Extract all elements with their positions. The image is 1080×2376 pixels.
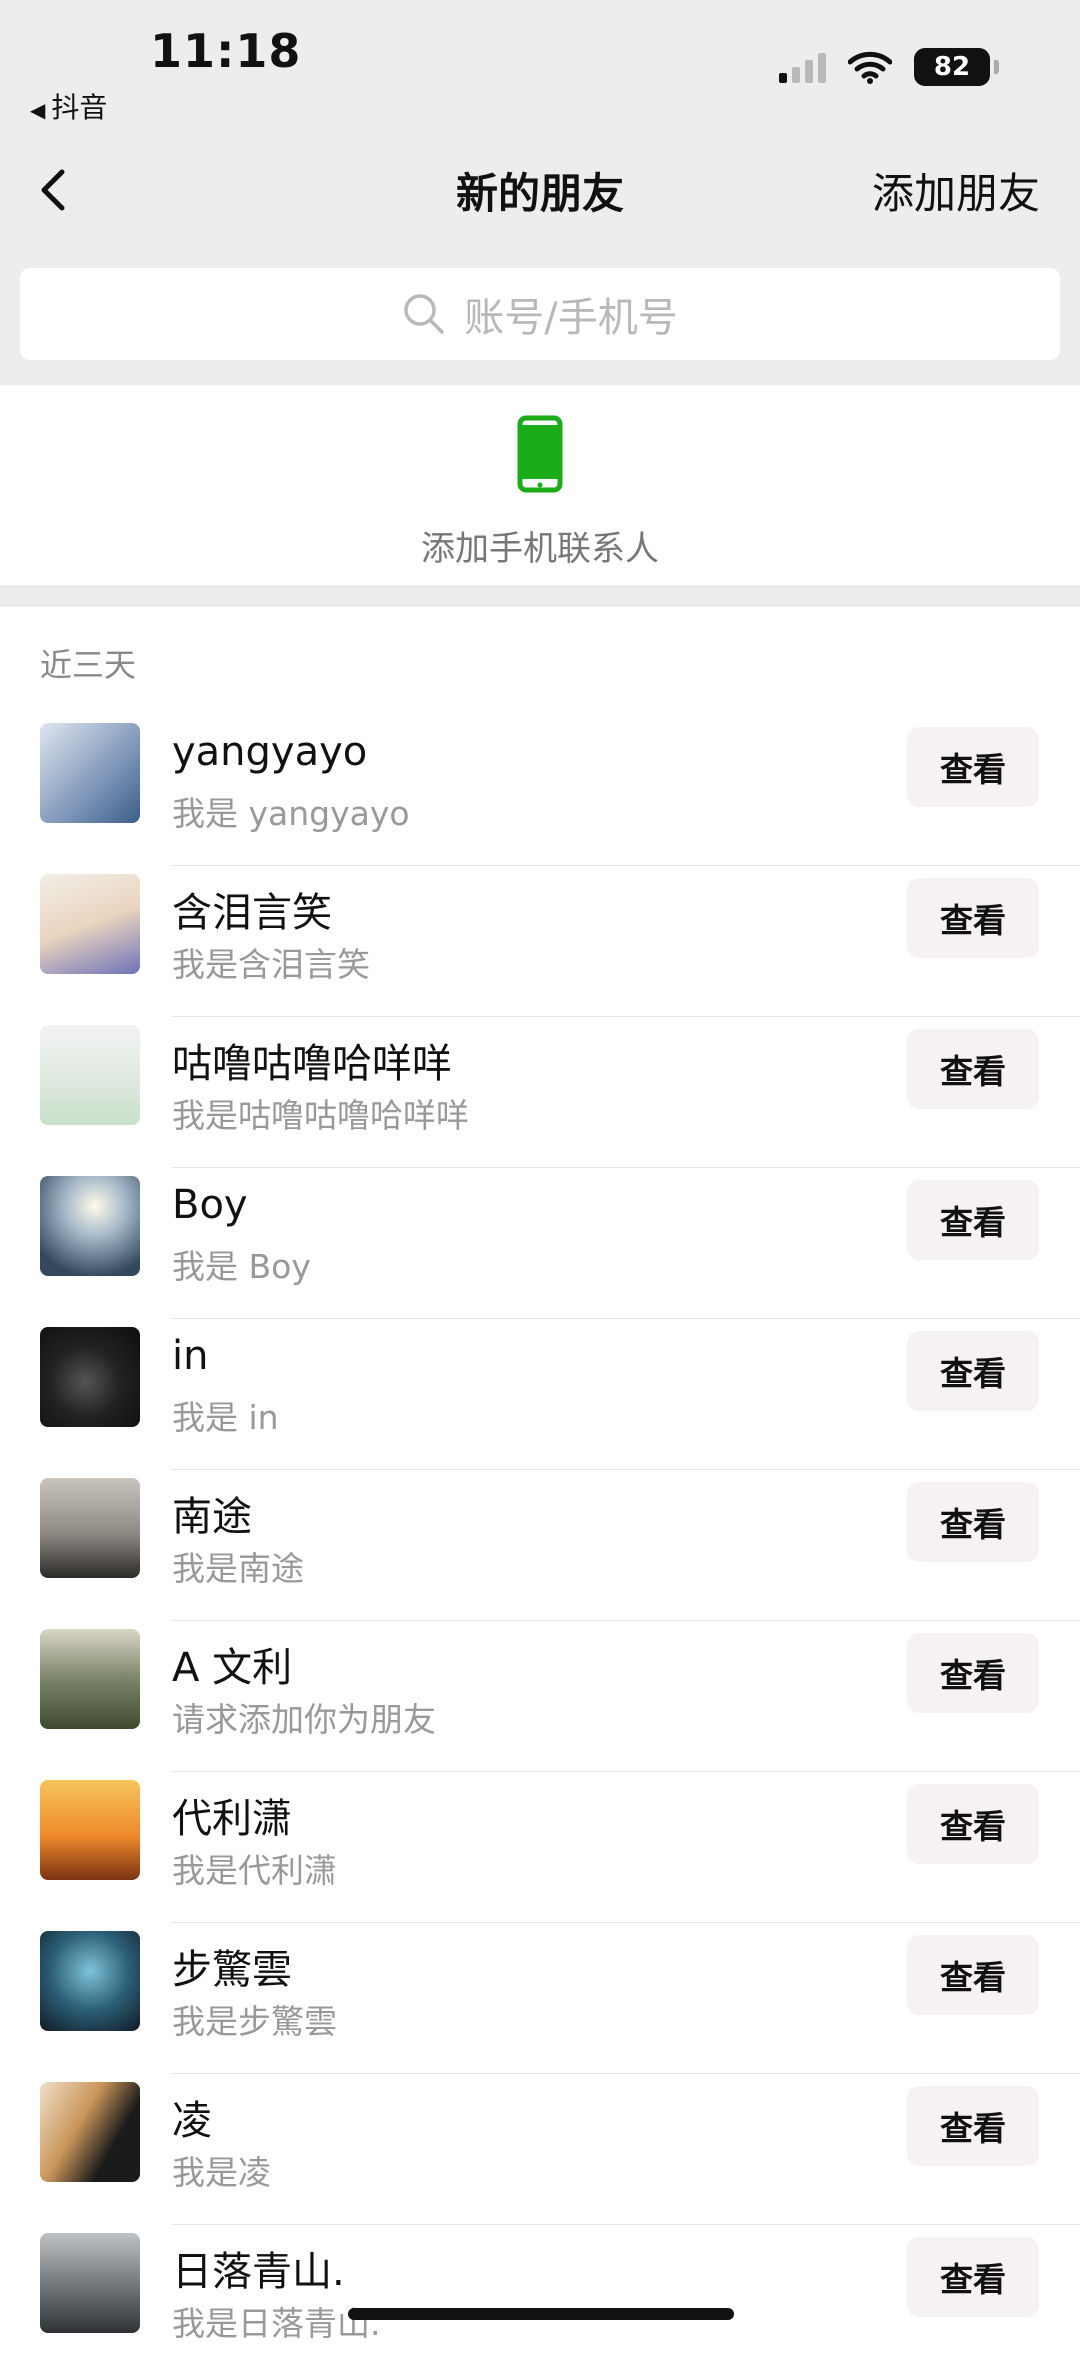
friend-name: 含泪言笑 xyxy=(172,890,332,936)
friend-request-row[interactable]: 咕噜咕噜哈咩咩 我是咕噜咕噜哈咩咩 查看 xyxy=(0,1017,1080,1168)
back-to-app-link[interactable]: ◀ 抖音 xyxy=(30,86,107,126)
friend-message: 我是凌 xyxy=(172,2153,271,2192)
add-friend-button[interactable]: 添加朋友 xyxy=(872,160,1040,221)
view-button[interactable]: 查看 xyxy=(907,1633,1039,1713)
friend-request-row[interactable]: 日落青山. 我是日落青山. 查看 xyxy=(0,2225,1080,2376)
signal-icon xyxy=(779,51,826,83)
friend-name: 咕噜咕噜哈咩咩 xyxy=(172,1041,452,1087)
view-button[interactable]: 查看 xyxy=(907,1482,1039,1562)
section-divider xyxy=(0,585,1080,607)
friend-name: in xyxy=(172,1333,209,1379)
top-bar: 11:18 ◀ 抖音 82 新的朋友 添加朋友 账号/手机号 xyxy=(0,0,1080,385)
friend-request-row[interactable]: in 我是 in 查看 xyxy=(0,1319,1080,1470)
friend-message: 我是 Boy xyxy=(172,1247,311,1286)
avatar[interactable] xyxy=(40,874,140,974)
view-button[interactable]: 查看 xyxy=(907,878,1039,958)
avatar[interactable] xyxy=(40,2082,140,2182)
view-button[interactable]: 查看 xyxy=(907,1180,1039,1260)
friend-message: 我是 in xyxy=(172,1398,279,1437)
friend-name: yangyayo xyxy=(172,729,368,775)
search-placeholder: 账号/手机号 xyxy=(464,295,678,341)
wifi-icon xyxy=(848,51,892,84)
friend-request-row[interactable]: Boy 我是 Boy 查看 xyxy=(0,1168,1080,1319)
section-title-recent: 近三天 xyxy=(40,646,137,684)
view-button[interactable]: 查看 xyxy=(907,2086,1039,2166)
friend-name: 步驚雲 xyxy=(172,1947,292,1993)
view-button[interactable]: 查看 xyxy=(907,727,1039,807)
battery-icon: 82 xyxy=(914,48,999,86)
friend-message: 我是含泪言笑 xyxy=(172,945,370,984)
friend-request-row[interactable]: yangyayo 我是 yangyayo 查看 xyxy=(0,715,1080,866)
view-button[interactable]: 查看 xyxy=(907,1784,1039,1864)
status-time: 11:18 xyxy=(150,24,302,78)
phone-icon xyxy=(517,415,563,493)
view-button[interactable]: 查看 xyxy=(907,1935,1039,2015)
friend-message: 我是步驚雲 xyxy=(172,2002,337,2041)
friend-message: 我是代利潇 xyxy=(172,1851,337,1890)
friend-name: 代利潇 xyxy=(172,1796,292,1842)
avatar[interactable] xyxy=(40,2233,140,2333)
avatar[interactable] xyxy=(40,1629,140,1729)
friend-message: 我是南途 xyxy=(172,1549,304,1588)
friend-message: 请求添加你为朋友 xyxy=(172,1700,436,1739)
avatar[interactable] xyxy=(40,1176,140,1276)
friend-name: Boy xyxy=(172,1182,248,1228)
view-button[interactable]: 查看 xyxy=(907,1029,1039,1109)
friend-name: 日落青山. xyxy=(172,2249,345,2295)
friend-request-row[interactable]: 代利潇 我是代利潇 查看 xyxy=(0,1772,1080,1923)
friend-message: 我是咕噜咕噜哈咩咩 xyxy=(172,1096,469,1135)
friend-request-row[interactable]: A 文利 请求添加你为朋友 查看 xyxy=(0,1621,1080,1772)
avatar[interactable] xyxy=(40,1025,140,1125)
search-input[interactable]: 账号/手机号 xyxy=(20,268,1060,360)
friend-request-row[interactable]: 含泪言笑 我是含泪言笑 查看 xyxy=(0,866,1080,1017)
avatar[interactable] xyxy=(40,1478,140,1578)
friend-request-row[interactable]: 步驚雲 我是步驚雲 查看 xyxy=(0,1923,1080,2074)
friend-name: 凌 xyxy=(172,2098,212,2144)
search-icon xyxy=(404,294,444,334)
friend-request-row[interactable]: 南途 我是南途 查看 xyxy=(0,1470,1080,1621)
home-indicator xyxy=(348,2308,734,2320)
add-phone-contacts-label: 添加手机联系人 xyxy=(421,529,659,569)
friend-message: 我是日落青山. xyxy=(172,2304,381,2343)
back-triangle-icon: ◀ xyxy=(30,98,46,122)
back-app-label: 抖音 xyxy=(51,91,108,124)
avatar[interactable] xyxy=(40,723,140,823)
friend-name: A 文利 xyxy=(172,1645,293,1691)
add-phone-contacts-entry[interactable]: 添加手机联系人 xyxy=(0,385,1080,585)
friend-request-row[interactable]: 凌 我是凌 查看 xyxy=(0,2074,1080,2225)
avatar[interactable] xyxy=(40,1780,140,1880)
view-button[interactable]: 查看 xyxy=(907,1331,1039,1411)
status-icons: 82 xyxy=(779,48,999,86)
friend-name: 南途 xyxy=(172,1494,252,1540)
view-button[interactable]: 查看 xyxy=(907,2237,1039,2317)
friend-message: 我是 yangyayo xyxy=(172,794,410,833)
avatar[interactable] xyxy=(40,1931,140,2031)
friend-request-list: yangyayo 我是 yangyayo 查看 含泪言笑 我是含泪言笑 查看 咕… xyxy=(0,715,1080,2376)
avatar[interactable] xyxy=(40,1327,140,1427)
